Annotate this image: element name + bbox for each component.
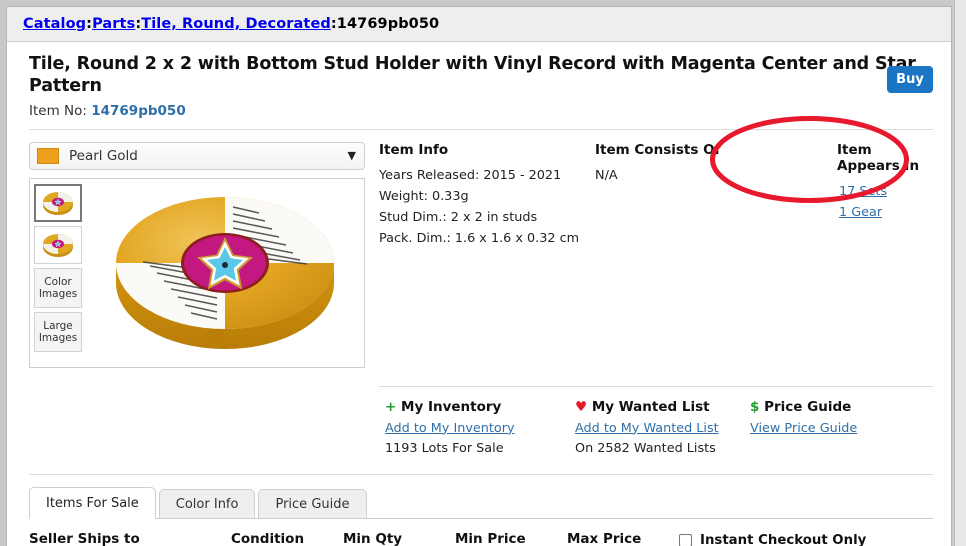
instant-checkout-only-row[interactable]: Instant Checkout Only (679, 533, 866, 546)
info-columns: Item Info Years Released: 2015 - 2021 We… (365, 142, 933, 368)
breadcrumb-link-parts[interactable]: Parts (92, 16, 135, 32)
item-number-value[interactable]: 14769pb050 (91, 103, 185, 119)
tile-thumb-icon (43, 191, 73, 215)
color-select-dropdown[interactable]: Pearl Gold ▼ (29, 141, 365, 170)
min-price-group: Min Price (455, 531, 551, 546)
color-swatch (37, 147, 59, 164)
min-qty-group: Min Qty (343, 531, 439, 546)
condition-group: Condition All (231, 531, 327, 546)
color-images-button[interactable]: Color Images (34, 267, 82, 308)
my-inventory-block: + My Inventory Add to My Inventory 1193 … (385, 399, 575, 456)
price-guide-block: $ Price Guide View Price Guide (750, 399, 857, 456)
item-consists-of-column: Item Consists Of N/A (595, 142, 771, 368)
my-wanted-list-block: ♥ My Wanted List Add to My Wanted List O… (575, 399, 750, 456)
max-price-label: Max Price (567, 530, 642, 546)
dollar-icon: $ (750, 398, 760, 415)
item-appears-in-heading: Item Appears In (837, 141, 920, 174)
seller-ships-to-group: Seller Ships to Anywhere (29, 531, 215, 546)
left-column: Pearl Gold ▼ Color Images Large Images (29, 141, 365, 368)
item-info-pack-dim: Pack. Dim.: 1.6 x 1.6 x 0.32 cm (379, 231, 580, 247)
thumbnail-1[interactable] (34, 183, 82, 222)
plus-icon: + (385, 398, 397, 415)
condition-label: Condition (231, 530, 305, 546)
item-info-stud-dim: Stud Dim.: 2 x 2 in studs (379, 209, 538, 225)
seller-ships-to-label: Seller Ships to (29, 530, 140, 546)
tab-price-guide[interactable]: Price Guide (258, 488, 367, 519)
scrollbar-gutter[interactable] (954, 0, 966, 546)
min-qty-label: Min Qty (343, 530, 403, 546)
item-info-weight: Weight: 0.33g (379, 188, 469, 204)
my-inventory-note: 1193 Lots For Sale (385, 440, 504, 456)
breadcrumb-link-catalog[interactable]: Catalog (23, 16, 86, 32)
page-title: Tile, Round 2 x 2 with Bottom Stud Holde… (29, 54, 916, 96)
tab-items-for-sale[interactable]: Items For Sale (29, 486, 156, 519)
breadcrumb-item-number: 14769pb050 (336, 16, 440, 32)
item-appears-in-column: Item Appears In 17 Sets 1 Gear (771, 142, 933, 368)
my-wanted-list-title: ♥ My Wanted List (575, 399, 750, 415)
filter-bar: Seller Ships to Anywhere Condition All M… (7, 519, 951, 546)
filter-checkbox-group: Instant Checkout Only No Min Purchase In… (679, 531, 866, 546)
item-number-row: Item No: 14769pb050 (29, 103, 931, 119)
add-to-my-inventory-link[interactable]: Add to My Inventory (385, 421, 575, 436)
item-appears-in-sets-link[interactable]: 17 Sets (839, 184, 887, 199)
item-info-column: Item Info Years Released: 2015 - 2021 We… (379, 142, 595, 368)
large-images-line1: Large (43, 319, 73, 332)
large-images-button[interactable]: Large Images (34, 311, 82, 352)
view-price-guide-link[interactable]: View Price Guide (750, 421, 857, 436)
tab-bar: Items For Sale Color Info Price Guide (7, 475, 951, 519)
title-block: Tile, Round 2 x 2 with Bottom Stud Holde… (7, 42, 951, 119)
page-root: Catalog: Parts: Tile, Round, Decorated: … (0, 0, 966, 546)
breadcrumb: Catalog: Parts: Tile, Round, Decorated: … (7, 7, 951, 42)
main-content: Pearl Gold ▼ Color Images Large Images I… (7, 130, 951, 368)
price-guide-title-text: Price Guide (764, 398, 852, 415)
color-images-line2: Images (38, 287, 78, 300)
heart-icon: ♥ (575, 398, 588, 415)
thumbnail-2[interactable] (34, 225, 82, 264)
product-image-tile (116, 196, 334, 349)
instant-checkout-only-label: Instant Checkout Only (700, 532, 867, 546)
add-to-my-wanted-list-link[interactable]: Add to My Wanted List (575, 421, 750, 436)
catalog-page-card: Catalog: Parts: Tile, Round, Decorated: … (6, 6, 952, 546)
item-consists-of-heading: Item Consists Of (595, 141, 721, 158)
tab-underline (29, 517, 933, 519)
item-number-label: Item No: (29, 102, 87, 119)
instant-checkout-only-checkbox[interactable] (679, 533, 692, 546)
item-appears-in-sets-row: 17 Sets (777, 181, 933, 203)
item-appears-in-gear-row: 1 Gear (777, 202, 933, 224)
thumbnail-strip: Color Images Large Images (30, 179, 86, 367)
image-panel: Color Images Large Images (29, 177, 365, 368)
chevron-down-icon: ▼ (347, 149, 356, 163)
max-price-group: Max Price (567, 531, 663, 546)
breadcrumb-link-category[interactable]: Tile, Round, Decorated (141, 16, 331, 32)
large-images-line2: Images (38, 331, 78, 344)
min-price-label: Min Price (455, 530, 526, 546)
color-images-line1: Color (44, 275, 72, 288)
my-inventory-title: + My Inventory (385, 399, 575, 415)
my-wanted-list-title-text: My Wanted List (591, 398, 710, 415)
product-image[interactable] (86, 179, 364, 367)
buy-button[interactable]: Buy (887, 66, 933, 93)
price-guide-title: $ Price Guide (750, 399, 857, 415)
item-info-years: Years Released: 2015 - 2021 (379, 167, 562, 183)
services-row: + My Inventory Add to My Inventory 1193 … (7, 387, 951, 456)
item-consists-of-value: N/A (595, 167, 618, 183)
my-inventory-title-text: My Inventory (401, 398, 502, 415)
item-appears-in-gear-link[interactable]: 1 Gear (839, 205, 882, 220)
color-select-value: Pearl Gold (69, 147, 138, 164)
tile-thumb-icon-2 (43, 233, 73, 257)
tab-color-info[interactable]: Color Info (158, 488, 256, 519)
item-info-heading: Item Info (379, 141, 449, 158)
my-wanted-list-note: On 2582 Wanted Lists (575, 440, 716, 456)
